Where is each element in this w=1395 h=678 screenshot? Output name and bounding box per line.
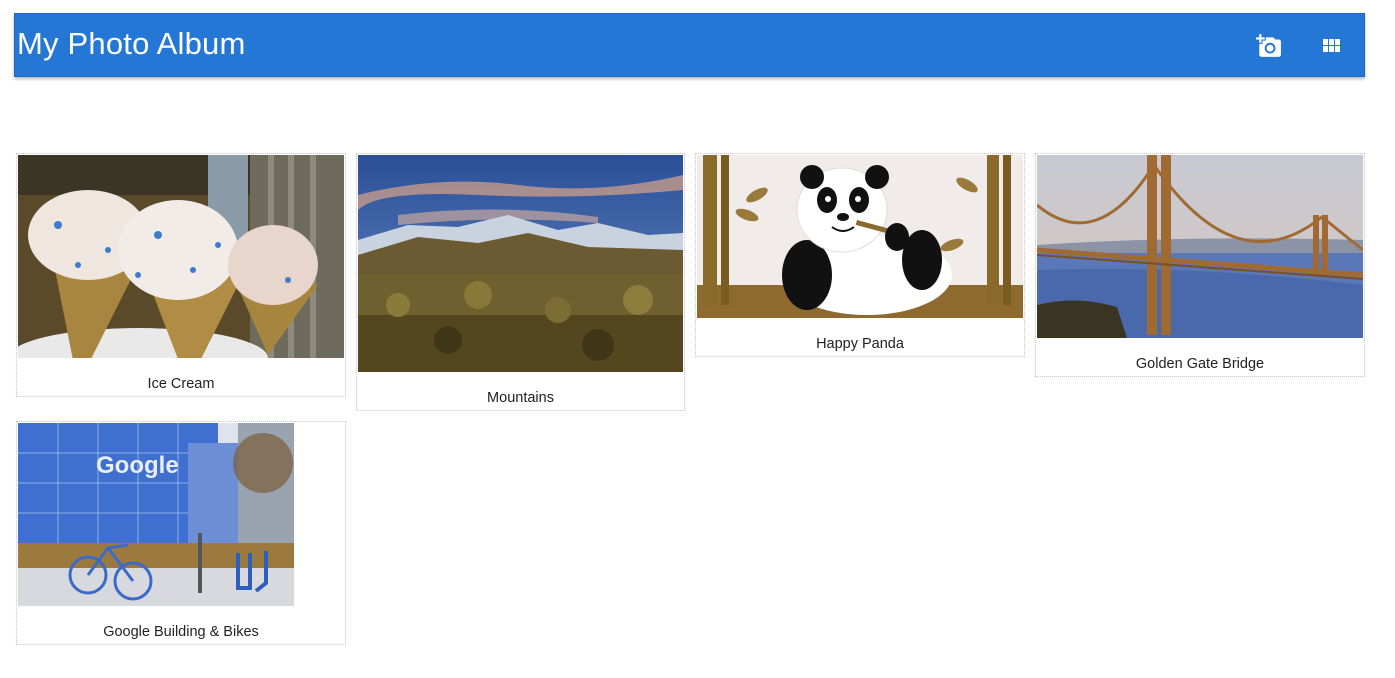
photo-happy-panda (697, 155, 1023, 318)
photo-caption: Mountains (487, 390, 554, 406)
photo-caption: Happy Panda (816, 336, 904, 352)
photo-mountains (358, 155, 683, 372)
photo-golden-gate-bridge (1037, 155, 1363, 338)
photo-card[interactable]: Golden Gate Bridge (1035, 153, 1365, 377)
app-bar: My Photo Album (14, 13, 1365, 77)
photo-caption: Ice Cream (147, 376, 215, 392)
photo-caption: Google Building & Bikes (103, 624, 259, 640)
photo-card[interactable]: Happy Panda (695, 153, 1025, 357)
view-module-icon (1323, 39, 1340, 52)
page-title: My Photo Album (17, 26, 246, 61)
photo-card[interactable]: Ice Cream (16, 153, 346, 397)
photo-caption: Golden Gate Bridge (1135, 356, 1265, 372)
photo-card[interactable]: Mountains (356, 153, 685, 411)
view-grid-button[interactable] (1315, 30, 1347, 62)
add-a-photo-icon (1256, 34, 1281, 57)
photo-ice-cream (18, 155, 344, 358)
photo-google-building-bikes: Google (18, 423, 294, 606)
add-photo-button[interactable] (1253, 30, 1285, 62)
photo-card[interactable]: Google Google Building & Bikes (16, 421, 346, 645)
building-logo-lettering: Google (96, 452, 179, 479)
